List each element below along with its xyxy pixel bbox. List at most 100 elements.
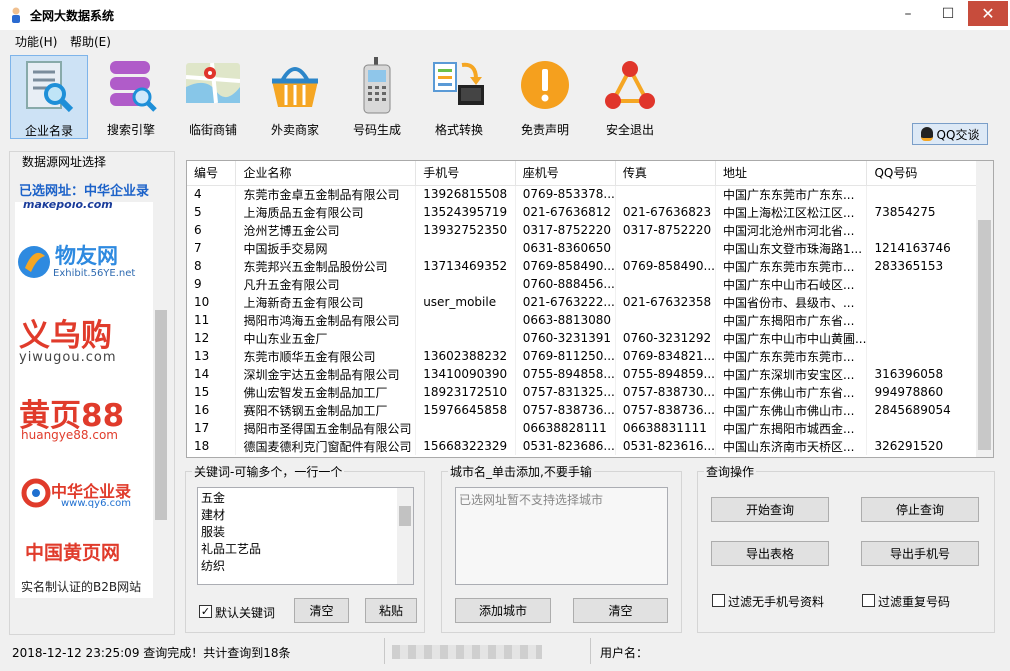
phone-icon — [363, 57, 391, 114]
logo-yiwugou[interactable]: 义乌购 yiwugou.com — [17, 310, 153, 370]
city-title: 城市名_单击添加,不要手输 — [448, 463, 594, 480]
site-logo-list[interactable]: makepolo.com 物友网 Exhibit.56YE.net 义乌购 yi… — [15, 202, 153, 598]
keywords-input[interactable]: 五金 建材 服装 礼品工艺品 纺织 — [197, 487, 414, 585]
tool-company-directory[interactable]: 企业名录 — [10, 55, 88, 139]
table-cell: 中国广东中山市中山黄圃... — [715, 329, 868, 347]
tool-format-convert[interactable]: 格式转换 — [420, 55, 498, 139]
default-keywords-checkbox[interactable]: ✓ — [199, 605, 212, 618]
table-cell: 16 — [187, 401, 237, 419]
tool-label: 外卖商家 — [270, 123, 319, 137]
table-cell: 0317-8752220 — [615, 221, 716, 239]
table-row[interactable]: 18 德国麦德利克门窗配件有限公司 15668322329 0531-823686..… — [187, 437, 993, 455]
tool-street-shops[interactable]: 临街商铺 — [174, 55, 252, 139]
menu-help[interactable]: 帮助(E) — [70, 33, 111, 50]
filter-duplicate-checkbox[interactable] — [862, 594, 875, 607]
close-button[interactable]: ✕ — [968, 1, 1008, 26]
export-phone-button[interactable]: 导出手机号 — [861, 541, 979, 566]
keywords-paste-button[interactable]: 粘贴 — [365, 598, 417, 623]
table-cell: 13932752350 — [415, 221, 516, 239]
stop-query-button[interactable]: 停止查询 — [861, 497, 979, 522]
table-cell — [866, 275, 993, 293]
qq-chat-button[interactable]: QQ交谈 — [912, 123, 988, 145]
table-cell — [615, 239, 716, 257]
filter-no-phone-checkbox[interactable] — [712, 594, 725, 607]
status-username-label: 用户名： — [600, 646, 649, 660]
column-header[interactable]: 传真 — [615, 161, 716, 186]
table-row[interactable]: 9 凡升五金有限公司 0760-888456... 中国广东中山市石岐区... — [187, 275, 993, 293]
table-cell — [415, 329, 516, 347]
start-query-button[interactable]: 开始查询 — [711, 497, 829, 522]
table-cell: 中国广东东莞市东莞市... — [715, 347, 868, 365]
table-cell — [866, 419, 993, 437]
table-cell — [615, 185, 716, 203]
table-cell: 021-67636812 — [515, 203, 616, 221]
qq-chat-label: QQ交谈 — [936, 127, 980, 142]
table-cell: 326291520 — [866, 437, 993, 455]
keywords-scrollbar[interactable] — [397, 488, 413, 584]
table-row[interactable]: 11 揭阳市鸿海五金制品有限公司 0663-8813080 中国广东揭阳市广东省... — [187, 311, 993, 329]
table-row[interactable]: 12 中山东业五金厂 0760-3231391 0760-3231292 中国广东中山市… — [187, 329, 993, 347]
table-scroll-thumb[interactable] — [978, 220, 991, 450]
city-clear-button[interactable]: 清空 — [573, 598, 668, 623]
table-row[interactable]: 10 上海新奇五金有限公司 user_mobile 021-6763222... 021… — [187, 293, 993, 311]
column-header[interactable]: 手机号 — [415, 161, 516, 186]
logo-56ye-url: Exhibit.56YE.net — [53, 268, 136, 279]
convert-icon — [433, 62, 484, 105]
table-row[interactable]: 7 中国扳手交易网 0631-8360650 中国山东文登市珠海路1... 121416… — [187, 239, 993, 257]
table-row[interactable]: 13 东莞市顺华五金有限公司 13602388232 0769-811250... 07… — [187, 347, 993, 365]
table-cell: 1214163746 — [866, 239, 993, 257]
table-cell: 0757-831325... — [515, 383, 616, 401]
logo-56ye[interactable]: 物友网 Exhibit.56YE.net — [17, 240, 153, 288]
warning-icon — [521, 61, 569, 109]
table-row[interactable]: 16 赛阳不锈钢五金制品加工厂 15976645858 0757-838736... 0… — [187, 401, 993, 419]
column-header[interactable]: 座机号 — [515, 161, 616, 186]
column-header[interactable]: 企业名称 — [235, 161, 417, 186]
table-cell: 13 — [187, 347, 237, 365]
logo-china-yellow-pages[interactable]: 中国黄页网 — [25, 538, 120, 565]
table-cell: 赛阳不锈钢五金制品加工厂 — [235, 401, 417, 419]
logo-makepolo[interactable]: makepolo.com — [23, 202, 113, 211]
column-header[interactable]: 地址 — [715, 161, 868, 186]
qq-penguin-icon — [920, 127, 933, 141]
table-cell: 021-67632358 — [615, 293, 716, 311]
tool-safe-exit[interactable]: 安全退出 — [591, 55, 669, 139]
table-cell: 9 — [187, 275, 237, 293]
status-blurred-field — [392, 645, 542, 659]
tool-takeaway-merchants[interactable]: 外卖商家 — [256, 55, 334, 139]
table-cell: 0769-834821... — [615, 347, 716, 365]
add-city-button[interactable]: 添加城市 — [455, 598, 551, 623]
table-cell: 0531-823616... — [615, 437, 716, 455]
table-cell: 深圳金宇达五金制品有限公司 — [235, 365, 417, 383]
table-row[interactable]: 15 佛山宏智发五金制品加工厂 18923172510 0757-831325... 0… — [187, 383, 993, 401]
table-cell: 中国广东东莞市东莞市... — [715, 257, 868, 275]
table-cell: 上海新奇五金有限公司 — [235, 293, 417, 311]
column-header[interactable]: 编号 — [187, 161, 237, 186]
table-cell: 10 — [187, 293, 237, 311]
table-cell: 凡升五金有限公司 — [235, 275, 417, 293]
table-row[interactable]: 8 东莞邦兴五金制品股份公司 13713469352 0769-858490... 07… — [187, 257, 993, 275]
table-cell — [415, 239, 516, 257]
table-row[interactable]: 6 沧州艺博五金公司 13932752350 0317-8752220 0317-875… — [187, 221, 993, 239]
table-row[interactable]: 5 上海质品五金有限公司 13524395719 021-67636812 021-67… — [187, 203, 993, 221]
export-table-button[interactable]: 导出表格 — [711, 541, 829, 566]
keywords-scroll-thumb[interactable] — [399, 506, 411, 526]
table-row[interactable]: 14 深圳金宇达五金制品有限公司 13410090390 0755-894858...… — [187, 365, 993, 383]
logo-huangye88[interactable]: 黄页88 huangye88.com — [17, 390, 153, 446]
tool-disclaimer[interactable]: 免责声明 — [506, 55, 584, 139]
table-cell: 11 — [187, 311, 237, 329]
city-input[interactable]: 已选网址暂不支持选择城市 — [455, 487, 668, 585]
left-scroll-thumb[interactable] — [155, 310, 167, 520]
maximize-button[interactable]: ☐ — [928, 1, 968, 26]
minimize-button[interactable]: – — [888, 1, 928, 26]
tool-search-engine[interactable]: 搜索引擎 — [92, 55, 170, 139]
table-cell — [415, 311, 516, 329]
table-row[interactable]: 17 揭阳市圣得国五金制品有限公司 06638828111 06638831111 中国… — [187, 419, 993, 437]
logo-qy6[interactable]: 中华企业录 www.qy6.com — [17, 474, 153, 514]
keywords-clear-button[interactable]: 清空 — [294, 598, 349, 623]
table-row[interactable]: 4 东莞市金卓五金制品有限公司 13926815508 0769-853378... 中… — [187, 185, 993, 203]
tool-number-generate[interactable]: 号码生成 — [338, 55, 416, 139]
table-cell: 揭阳市鸿海五金制品有限公司 — [235, 311, 417, 329]
table-cell: 中国河北沧州市河北省... — [715, 221, 868, 239]
column-header[interactable]: QQ号码 — [866, 161, 993, 186]
menu-function[interactable]: 功能(H) — [15, 33, 57, 50]
